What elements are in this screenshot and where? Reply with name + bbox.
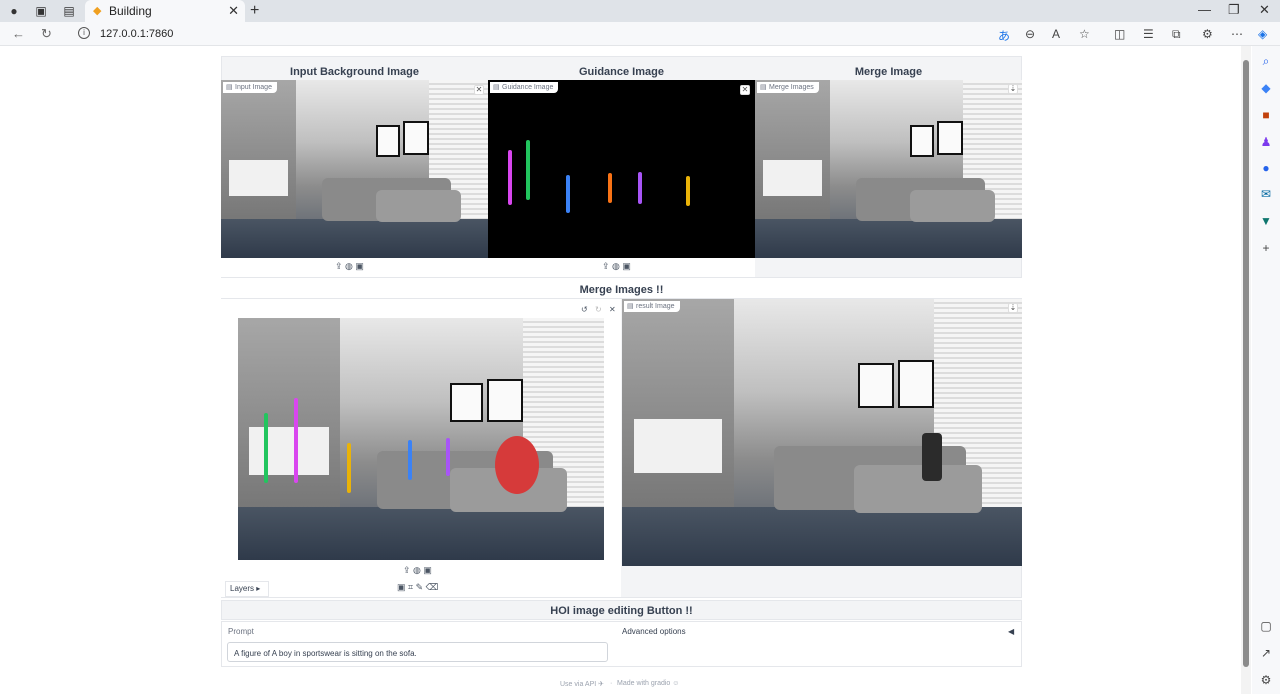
input-image-label: Input Image <box>223 82 277 93</box>
read-aloud-icon[interactable]: A <box>1052 27 1060 41</box>
tab-actions-icon[interactable]: ▤ <box>61 3 77 19</box>
search-icon[interactable]: ⌕ <box>1259 54 1273 68</box>
zoom-icon[interactable]: ⊖ <box>1025 27 1035 41</box>
input-image[interactable]: Input Image ✕ <box>221 80 488 258</box>
reload-icon[interactable]: ↻ <box>41 26 52 42</box>
result-photo <box>622 299 1022 566</box>
result-image-label: result Image <box>624 301 680 312</box>
copilot-icon[interactable]: ◈ <box>1258 27 1267 41</box>
browser-tab[interactable]: ◆ Building ✕ <box>85 0 245 22</box>
games-icon[interactable]: ♟ <box>1259 135 1273 149</box>
more-icon[interactable]: ⋯ <box>1231 27 1243 41</box>
layers-button[interactable]: Layers ▸ <box>225 581 269 597</box>
edge-sidebar: ⌕ ◆ ■ ♟ ● ✉ ▼ + ▢ ↗ ⚙ <box>1252 46 1280 694</box>
guidance-upload-icon[interactable]: ⇪ ◍ ▣ <box>602 261 631 272</box>
prompt-label: Prompt <box>228 627 254 636</box>
redo-icon[interactable]: ↻ <box>595 305 602 314</box>
restore-icon[interactable]: ❐ <box>1228 2 1240 18</box>
site-info-icon[interactable]: i <box>78 27 90 39</box>
guidance-image-label: Guidance Image <box>490 82 559 93</box>
hoi-editing-button[interactable]: HOI image editing Button !! <box>221 605 1022 617</box>
external-link-icon[interactable]: ↗ <box>1259 646 1273 660</box>
tab-title: Building <box>109 4 152 18</box>
collections-icon[interactable]: ⧉ <box>1172 27 1181 42</box>
tab-favicon-icon: ◆ <box>93 5 102 17</box>
outlook-icon[interactable]: ✉ <box>1259 187 1273 201</box>
tools-icon[interactable]: ■ <box>1259 108 1273 122</box>
window-close-icon[interactable]: ✕ <box>1259 2 1270 18</box>
translate-icon[interactable]: あ <box>998 27 1010 44</box>
merge-photo <box>755 80 1022 258</box>
drop-icon[interactable]: ▼ <box>1259 214 1273 228</box>
url-field[interactable]: 127.0.0.1:7860 <box>100 28 173 40</box>
advanced-options-label[interactable]: Advanced options <box>622 627 686 636</box>
add-icon[interactable]: + <box>1259 241 1273 255</box>
editor-upload-icon[interactable]: ⇪ ◍ ▣ <box>403 565 432 576</box>
input-upload-icon[interactable]: ⇪ ◍ ▣ <box>335 261 364 272</box>
merge-images-button[interactable]: Merge Images !! <box>221 284 1022 296</box>
m365-icon[interactable]: ● <box>1259 161 1273 175</box>
tag-icon[interactable]: ◆ <box>1259 81 1273 95</box>
guidance-title: Guidance Image <box>579 66 664 78</box>
input-title: Input Background Image <box>290 66 419 78</box>
split-screen-icon[interactable]: ◫ <box>1114 27 1125 41</box>
result-download-icon[interactable]: ⇣ <box>1008 303 1018 313</box>
merge-image: Merge Images ⇣ <box>755 80 1022 258</box>
undo-icon[interactable]: ↺ <box>581 305 588 314</box>
footer-api-link[interactable]: Use via API ✈ <box>560 680 604 688</box>
input-clear-icon[interactable]: ✕ <box>474 85 484 95</box>
editor-tools-icon[interactable]: ▣ ⌗ ✎ ⌫ <box>397 582 438 593</box>
sidebar-toggle-icon[interactable]: ▢ <box>1259 619 1273 633</box>
editor-canvas[interactable] <box>238 318 604 560</box>
new-tab-button[interactable]: + <box>250 2 259 20</box>
tab-bar: ● ▣ ▤ ◆ Building ✕ + — ❐ ✕ <box>0 0 1280 22</box>
merge-title: Merge Image <box>854 66 923 78</box>
back-icon[interactable]: ← <box>12 26 25 41</box>
merge-download-icon[interactable]: ⇣ <box>1008 84 1018 94</box>
guidance-clear-icon[interactable]: ✕ <box>740 85 750 95</box>
settings-icon[interactable]: ⚙ <box>1259 673 1273 687</box>
footer-gradio-link[interactable]: Made with gradio ☺ <box>617 680 679 687</box>
seated-boy <box>922 432 942 481</box>
guidance-image[interactable]: Guidance Image ✕ <box>488 80 755 258</box>
minimize-icon[interactable]: — <box>1198 2 1211 17</box>
room-photo <box>221 80 488 258</box>
page-scrollbar[interactable] <box>1241 46 1251 694</box>
favorite-icon[interactable]: ☆ <box>1079 27 1090 41</box>
red-marker <box>495 436 539 494</box>
layers-label: Layers <box>230 584 255 593</box>
scrollbar-thumb[interactable] <box>1243 60 1249 667</box>
tab-close-icon[interactable]: ✕ <box>228 3 239 19</box>
extensions-icon[interactable]: ⚙ <box>1202 27 1213 41</box>
favorites-list-icon[interactable]: ☰ <box>1143 27 1154 41</box>
workspaces-icon[interactable]: ▣ <box>33 3 49 19</box>
prompt-input[interactable]: A figure of A boy in sportswear is sitti… <box>227 642 608 662</box>
editor-close-icon[interactable]: ✕ <box>609 305 616 314</box>
profile-icon[interactable]: ● <box>6 3 22 19</box>
advanced-toggle-icon[interactable]: ◀ <box>1008 627 1014 636</box>
merge-image-label: Merge Images <box>757 82 819 93</box>
address-bar: ← ↻ i 127.0.0.1:7860 あ ⊖ A ☆ ◫ ☰ ⧉ ⚙ ⋯ ◈ <box>0 22 1280 46</box>
result-image: result Image ⇣ <box>622 299 1022 566</box>
